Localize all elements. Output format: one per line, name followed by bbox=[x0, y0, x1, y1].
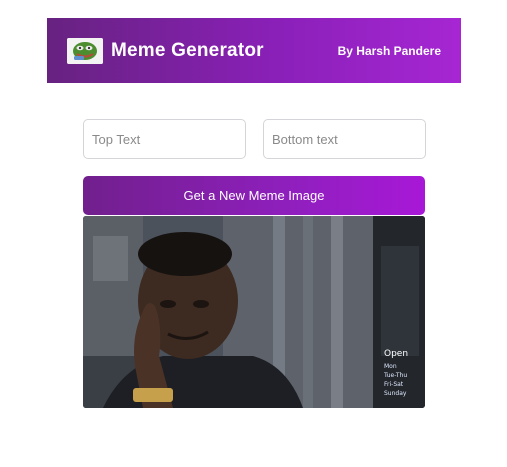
svg-text:Fri-Sat: Fri-Sat bbox=[384, 381, 404, 388]
svg-text:Sunday: Sunday bbox=[384, 390, 407, 397]
get-new-meme-button[interactable]: Get a New Meme Image bbox=[83, 176, 425, 215]
header: Meme Generator By Harsh Pandere bbox=[47, 18, 461, 83]
bottom-text-input[interactable] bbox=[263, 119, 426, 159]
svg-text:Tue-Thu: Tue-Thu bbox=[383, 372, 407, 379]
author-credit: By Harsh Pandere bbox=[337, 43, 441, 58]
app-title: Meme Generator bbox=[111, 39, 264, 61]
svg-text:Open: Open bbox=[384, 349, 408, 359]
roll-safe-meme-image: Open Mon Tue-Thu Fri-Sat Sunday bbox=[83, 216, 425, 408]
meme-image: Open Mon Tue-Thu Fri-Sat Sunday bbox=[83, 216, 425, 408]
top-text-input[interactable] bbox=[83, 119, 246, 159]
troll-face-icon bbox=[67, 37, 103, 64]
svg-text:Mon: Mon bbox=[384, 363, 397, 370]
meme-generator-app: Meme Generator By Harsh Pandere Get a Ne… bbox=[0, 0, 507, 467]
